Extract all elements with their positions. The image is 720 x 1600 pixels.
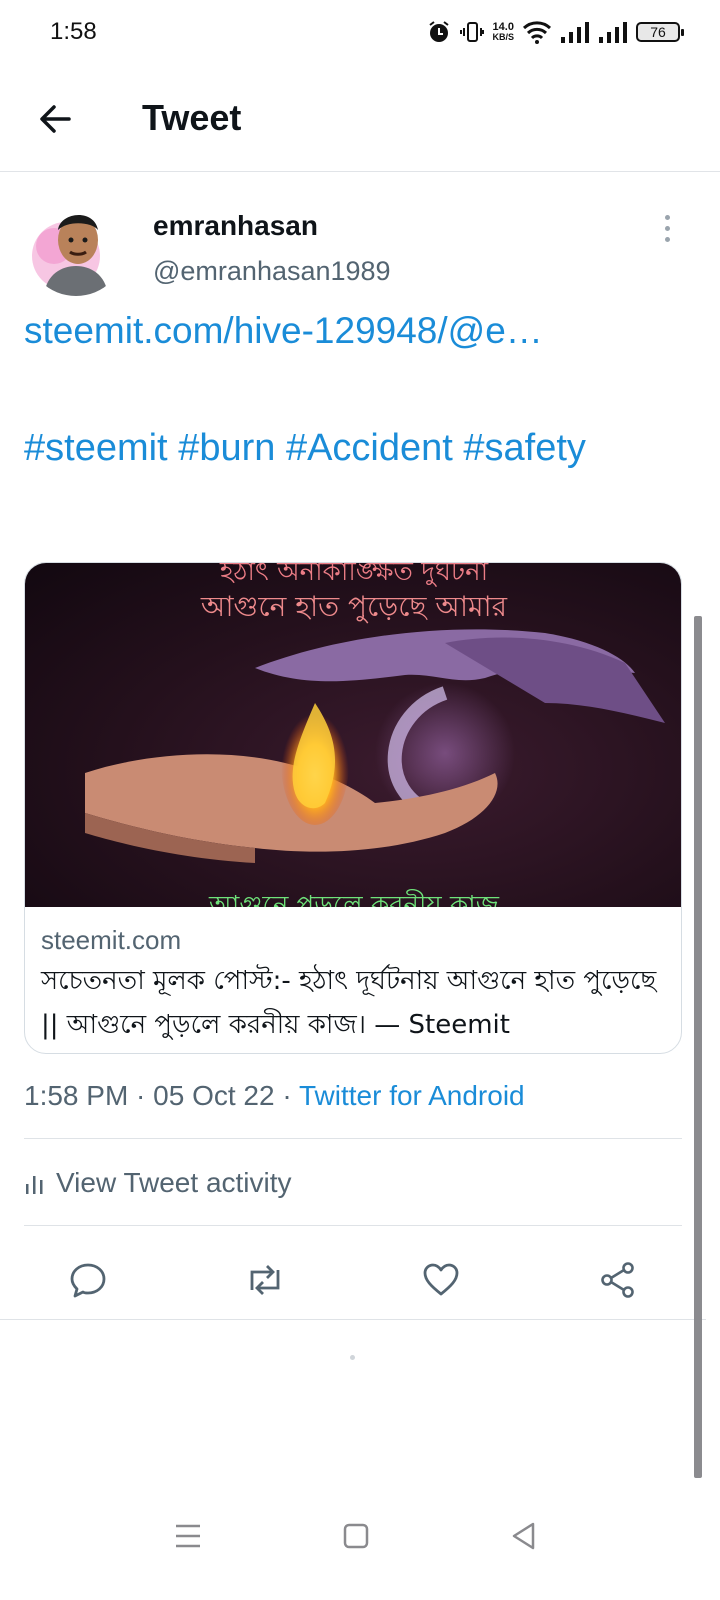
loading-dot bbox=[350, 1355, 355, 1360]
view-activity-label: View Tweet activity bbox=[56, 1167, 292, 1198]
status-bar: 1:58 14.0 KB/S 76 bbox=[0, 0, 720, 64]
more-options-button[interactable] bbox=[650, 210, 684, 246]
menu-icon bbox=[176, 1524, 200, 1548]
reply-button[interactable] bbox=[60, 1252, 116, 1308]
view-activity-button[interactable]: View Tweet activity bbox=[24, 1163, 292, 1203]
vibrate-icon bbox=[460, 20, 485, 44]
divider bbox=[24, 1225, 682, 1226]
author-handle[interactable]: @emranhasan1989 bbox=[153, 256, 391, 287]
system-nav-bar bbox=[0, 1490, 720, 1600]
card-domain: steemit.com bbox=[41, 925, 182, 955]
home-button[interactable] bbox=[326, 1508, 386, 1564]
share-icon bbox=[601, 1262, 634, 1298]
retweet-icon bbox=[250, 1265, 280, 1295]
bar-chart-icon bbox=[26, 1176, 43, 1194]
signal-icon bbox=[598, 20, 628, 44]
arrow-left-icon bbox=[40, 105, 71, 133]
tweet-actions bbox=[0, 1240, 706, 1320]
tweet-date: 05 Oct 22 bbox=[153, 1080, 275, 1111]
battery-icon: 76 bbox=[636, 22, 684, 42]
top-app-bar: Tweet bbox=[0, 64, 720, 172]
recents-button[interactable] bbox=[158, 1508, 218, 1564]
back-button[interactable] bbox=[30, 94, 80, 144]
divider bbox=[24, 1138, 682, 1139]
network-speed-unit: KB/S bbox=[492, 32, 514, 42]
more-dot bbox=[664, 214, 670, 220]
square-icon bbox=[343, 1523, 369, 1549]
share-button[interactable] bbox=[590, 1252, 646, 1308]
tweet-meta: 1:58 PM · 05 Oct 22 · Twitter for Androi… bbox=[24, 1080, 525, 1112]
meta-separator: · bbox=[274, 1080, 299, 1111]
status-icons: 14.0 KB/S 76 bbox=[426, 16, 684, 48]
triangle-back-icon bbox=[512, 1522, 535, 1550]
author-name[interactable]: emranhasan bbox=[153, 210, 318, 242]
scrollbar[interactable] bbox=[694, 616, 702, 1478]
wifi-icon bbox=[522, 19, 552, 45]
hashtag-burn[interactable]: #burn bbox=[178, 427, 275, 469]
status-time: 1:58 bbox=[50, 18, 97, 45]
hashtag-accident[interactable]: #Accident bbox=[286, 427, 453, 469]
card-image-text-bottom: আগুনে পুড়লে করনীয় কাজ bbox=[209, 891, 499, 907]
hashtag-steemit[interactable]: #steemit bbox=[24, 427, 168, 469]
more-dot bbox=[664, 236, 670, 242]
retweet-button[interactable] bbox=[237, 1252, 293, 1308]
battery-level: 76 bbox=[650, 24, 666, 40]
tweet-source[interactable]: Twitter for Android bbox=[299, 1080, 525, 1111]
page-title: Tweet bbox=[142, 97, 242, 138]
card-title: সচেতনতা মূলক পোস্ট:- হঠাৎ দূর্ঘটনায় আগু… bbox=[41, 966, 657, 1040]
meta-separator: · bbox=[128, 1080, 154, 1111]
alarm-icon bbox=[426, 19, 452, 45]
tweet-link[interactable]: steemit.com/hive-129948/@e… bbox=[24, 310, 543, 352]
hashtags: #steemit #burn #Accident #safety bbox=[24, 420, 684, 476]
heart-icon bbox=[423, 1263, 459, 1296]
comment-icon bbox=[70, 1263, 106, 1298]
tweet-time: 1:58 PM bbox=[24, 1080, 129, 1111]
link-preview-image: হঠাৎ অনাকাঙ্ক্ষিত দুর্ঘটনা আগুনে হাত পুড… bbox=[25, 563, 681, 907]
avatar[interactable] bbox=[26, 196, 126, 296]
hashtag-safety[interactable]: #safety bbox=[463, 427, 586, 469]
signal-icon bbox=[560, 20, 590, 44]
back-nav-button[interactable] bbox=[494, 1508, 554, 1564]
like-button[interactable] bbox=[413, 1252, 469, 1308]
network-speed-value: 14.0 bbox=[492, 21, 514, 33]
more-dot bbox=[664, 225, 670, 231]
network-speed: 14.0 KB/S bbox=[492, 21, 514, 43]
link-preview-card[interactable]: হঠাৎ অনাকাঙ্ক্ষিত দুর্ঘটনা আগুনে হাত পুড… bbox=[24, 562, 682, 1054]
card-image-text-title: আগুনে হাত পুড়েছে আমার bbox=[200, 590, 508, 623]
